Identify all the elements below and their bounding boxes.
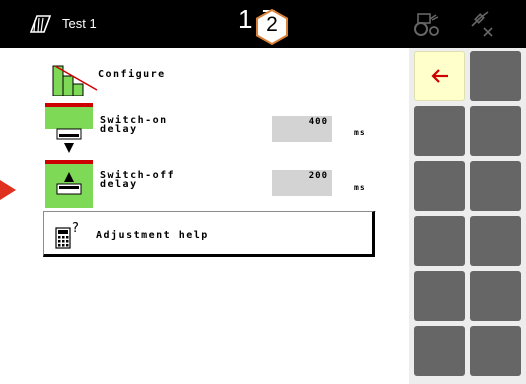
pointer-marker-icon [0,180,16,200]
callout-number: 2 [266,13,278,36]
back-arrow-icon [431,69,448,83]
softkey-r2-c1[interactable] [414,106,465,156]
softkey-r5-c1[interactable] [414,271,465,321]
softkey-r5-c2[interactable] [470,271,521,321]
menu-item-configure[interactable]: Configure [43,48,376,102]
back-button[interactable] [414,51,465,101]
switch-on-value: 400 [308,117,328,127]
job-title: Test 1 [62,16,97,31]
tractor-icon [414,13,439,36]
softkey-panel [409,48,526,384]
softkey-r2-c2[interactable] [470,106,521,156]
switch-on-value-field[interactable]: 400 [272,116,332,142]
menu-item-switch-off-delay[interactable]: Switch-off delay 200 ms [43,156,376,212]
svg-text:?: ? [72,221,79,236]
configure-spreader-icon [52,65,98,96]
gps-disconnected-icon [471,11,493,37]
adjustment-help-label: Adjustment help [96,230,209,241]
softkey-r3-c2[interactable] [470,161,521,211]
softkey-r1-c2[interactable] [470,51,521,101]
softkey-r6-c2[interactable] [470,326,521,376]
adjustment-help-button[interactable]: ? Adjustment help [43,211,375,257]
menu-panel: Configure Switch-on delay 400 ms Switch-… [43,48,376,380]
menu-item-switch-on-delay[interactable]: Switch-on delay 400 ms [43,101,376,157]
menu-item-label-line2: delay [100,124,138,135]
softkey-r4-c2[interactable] [470,216,521,266]
switch-on-delay-icon [45,103,93,153]
menu-item-label-line2: delay [100,179,138,190]
menu-item-label: Configure [98,69,166,80]
calculator-help-icon: ? [55,221,79,249]
switch-off-value: 200 [308,171,328,181]
switch-on-unit: ms [354,128,366,137]
switch-off-delay-icon [45,160,93,208]
switch-off-unit: ms [354,183,366,192]
field-book-icon [29,15,52,33]
softkey-r4-c1[interactable] [414,216,465,266]
softkey-r3-c1[interactable] [414,161,465,211]
switch-off-value-field[interactable]: 200 [272,170,332,196]
softkey-r6-c1[interactable] [414,326,465,376]
